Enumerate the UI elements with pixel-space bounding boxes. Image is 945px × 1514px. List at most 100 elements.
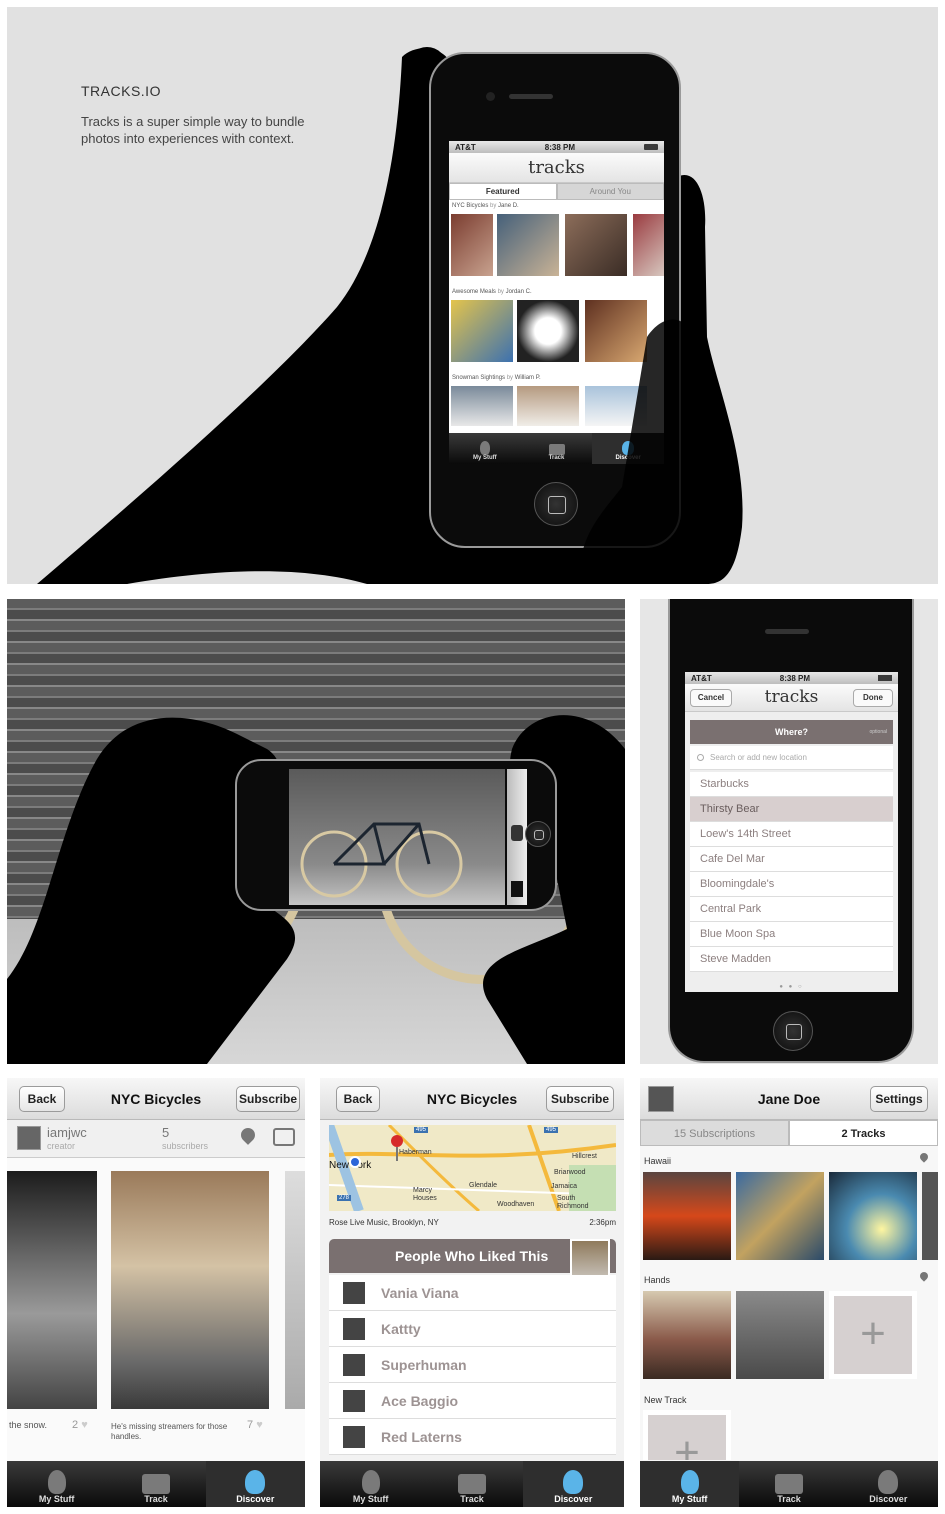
done-button[interactable]: Done [853, 689, 893, 707]
liker-row[interactable]: Vania Viana [329, 1275, 616, 1311]
liker-name: Vania Viana [381, 1284, 459, 1301]
photo-thumb[interactable] [736, 1172, 824, 1260]
avatar[interactable] [17, 1126, 41, 1150]
photo-caption: the snow. [9, 1420, 48, 1430]
heart-icon: ♥ [256, 1419, 263, 1431]
location-map[interactable]: Haberman New York Hillcrest Glendale Mar… [329, 1125, 616, 1211]
likes-view-panel: Back NYC Bicycles Subscribe Haberman New… [320, 1078, 624, 1507]
new-track-button[interactable]: + [643, 1410, 731, 1460]
people-list: Vania Viana Kattty Superhuman Ace Baggio Red… [329, 1275, 616, 1455]
tab-my-stuff[interactable]: My Stuff [7, 1461, 106, 1507]
tab-label: Discover [869, 1494, 908, 1504]
avatar [343, 1281, 365, 1304]
creator-bar: iamjwc creator 5 subscribers [7, 1120, 305, 1158]
profile-tabs: 15 Subscriptions 2 Tracks [640, 1120, 938, 1146]
home-button[interactable] [773, 1011, 813, 1051]
camera-icon [774, 1474, 803, 1494]
tab-subscriptions[interactable]: 15 Subscriptions [640, 1120, 789, 1146]
map-label: Jamaica [551, 1183, 578, 1190]
share-icon[interactable] [273, 1128, 295, 1146]
heart-icon: ♥ [81, 1419, 88, 1431]
location-picker-panel: AT&T 8:38 PM Cancel tracks Done Where? o… [640, 599, 938, 1064]
tab-my-stuff[interactable]: My Stuff [320, 1461, 421, 1507]
tab-discover[interactable]: Discover [522, 1461, 624, 1507]
location-option[interactable]: Starbucks [690, 772, 893, 797]
location-option[interactable]: Loew's 14th Street [690, 822, 893, 847]
liker-row[interactable]: Red Laterns [329, 1419, 616, 1455]
person-icon [361, 1470, 380, 1494]
liker-row[interactable]: Superhuman [329, 1347, 616, 1383]
location-option[interactable]: Steve Madden [690, 947, 893, 972]
liker-row[interactable]: Kattty [329, 1311, 616, 1347]
tab-track[interactable]: Track [739, 1461, 838, 1507]
like-count[interactable]: 7 ♥ [247, 1419, 263, 1431]
liker-row[interactable]: Ace Baggio [329, 1383, 616, 1419]
search-placeholder: Search or add new location [710, 753, 807, 762]
photo-thumb[interactable] [829, 1172, 917, 1260]
tab-track[interactable]: Track [106, 1461, 205, 1507]
lightbulb-icon [245, 1470, 266, 1494]
person-icon [680, 1470, 699, 1494]
optional-label: optional [869, 729, 887, 735]
shutter-icon[interactable] [511, 825, 523, 841]
subscribe-button[interactable]: Subscribe [546, 1086, 614, 1112]
map-label: Woodhaven [497, 1201, 535, 1208]
location-option[interactable]: Bloomingdale's [690, 872, 893, 897]
location-option[interactable]: Cafe Del Mar [690, 847, 893, 872]
creator-role: creator [47, 1141, 76, 1151]
photo-thumb[interactable] [643, 1291, 731, 1379]
tab-track[interactable]: Track [421, 1461, 522, 1507]
speaker-grille [765, 629, 809, 634]
location-search-input[interactable]: Search or add new location [690, 746, 893, 770]
settings-button[interactable]: Settings [870, 1086, 928, 1112]
tab-discover[interactable]: Discover [839, 1461, 938, 1507]
photo-card[interactable] [285, 1171, 305, 1409]
photo-thumb[interactable] [922, 1172, 938, 1260]
tab-bar: My Stuff Track Discover [640, 1461, 938, 1507]
home-button[interactable] [525, 821, 551, 847]
tab-my-stuff[interactable]: My Stuff [640, 1461, 740, 1507]
like-number: 7 [247, 1419, 254, 1431]
timestamp: 2:36pm [589, 1218, 616, 1227]
last-photo-thumb[interactable] [511, 881, 523, 897]
nav-bar: Back NYC Bicycles Subscribe [7, 1078, 305, 1120]
photo-thumb[interactable] [643, 1172, 731, 1260]
location-text: Rose Live Music, Brooklyn, NY [329, 1218, 439, 1227]
finger-overlay [581, 319, 707, 584]
add-photo-button[interactable]: + [829, 1291, 917, 1379]
nav-bar: Cancel tracks Done [685, 684, 898, 712]
photo-card[interactable] [7, 1171, 97, 1409]
photo-thumb[interactable] [736, 1291, 824, 1379]
photo-caption: He's missing streamers for those handles… [111, 1422, 228, 1441]
tab-label: My Stuff [38, 1494, 75, 1504]
cancel-button[interactable]: Cancel [690, 689, 732, 707]
map-label: Briarwood [554, 1169, 586, 1176]
nav-bar: Jane Doe Settings [640, 1078, 938, 1120]
page-dots: ● ● ○ [779, 984, 804, 990]
avatar [343, 1353, 365, 1376]
liker-name: Red Laterns [381, 1428, 462, 1445]
map-pin-icon[interactable] [391, 1135, 403, 1147]
phone-landscape [235, 759, 557, 911]
location-list: Starbucks Thirsty Bear Loew's 14th Street C… [690, 772, 893, 972]
location-pin-icon[interactable] [238, 1125, 258, 1145]
subscribe-button[interactable]: Subscribe [236, 1086, 300, 1112]
location-option[interactable]: Thirsty Bear [690, 797, 893, 822]
camera-icon [457, 1474, 486, 1494]
location-pin-icon [918, 1270, 930, 1282]
creator-username[interactable]: iamjwc [47, 1125, 87, 1140]
liker-name: Ace Baggio [381, 1392, 459, 1409]
phone-screen: AT&T 8:38 PM Cancel tracks Done Where? o… [685, 672, 898, 992]
tab-tracks[interactable]: 2 Tracks [789, 1120, 938, 1146]
like-count[interactable]: 2 ♥ [72, 1419, 88, 1431]
tab-discover[interactable]: Discover [205, 1461, 305, 1507]
avatar [343, 1425, 365, 1448]
map-label: Hillcrest [572, 1153, 597, 1160]
avatar [343, 1389, 365, 1412]
map-label: 278 [337, 1195, 352, 1201]
photo-card[interactable] [111, 1171, 269, 1409]
where-label: Where? [774, 727, 808, 737]
location-option[interactable]: Central Park [690, 897, 893, 922]
location-option[interactable]: Blue Moon Spa [690, 922, 893, 947]
map-label: Marcy Houses [413, 1187, 437, 1202]
